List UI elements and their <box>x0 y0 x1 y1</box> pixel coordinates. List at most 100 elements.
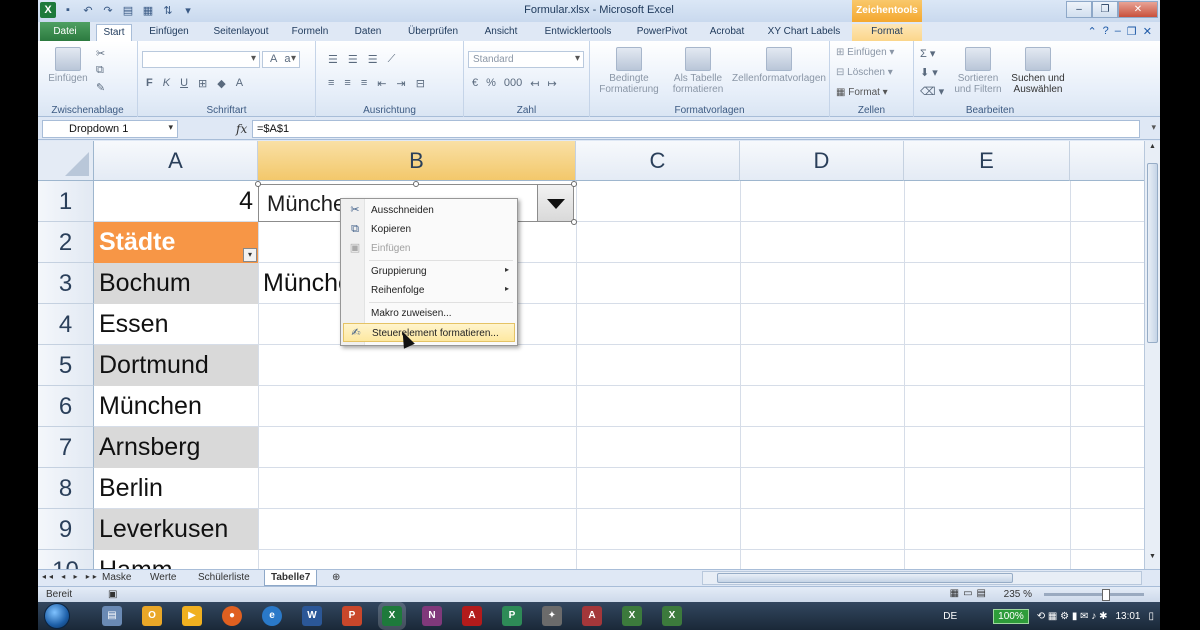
cell-a6[interactable]: München <box>94 386 258 427</box>
select-all-corner[interactable] <box>38 141 94 181</box>
column-header-d[interactable]: D <box>740 141 904 181</box>
merge-icon[interactable]: ⊟ <box>416 77 425 90</box>
column-header-c[interactable]: C <box>576 141 740 181</box>
name-box[interactable]: Dropdown 1 ▾ <box>42 120 178 138</box>
bold-button[interactable]: F <box>146 77 153 90</box>
tab-insert[interactable]: Einfügen <box>144 24 194 41</box>
excel-taskbar-icon[interactable]: X <box>382 606 402 626</box>
menu-item-assign-macro[interactable]: Makro zuweisen... <box>343 304 515 323</box>
tab-page-layout[interactable]: Seitenlayout <box>208 24 274 41</box>
close-button[interactable]: ✕ <box>1118 1 1158 18</box>
excel-instance-2-icon[interactable]: X <box>662 606 682 626</box>
delete-cells-button[interactable]: ⊟ Löschen ▾ <box>836 67 893 78</box>
fill-icon[interactable]: ⬇ ▾ <box>920 66 944 79</box>
align-top-icon[interactable]: ☰ <box>328 53 338 66</box>
tab-view[interactable]: Ansicht <box>478 24 524 41</box>
horizontal-scrollbar[interactable] <box>702 571 1142 585</box>
filter-dropdown-icon[interactable]: ▾ <box>243 248 257 262</box>
onenote-icon[interactable]: N <box>422 606 442 626</box>
column-header-e[interactable]: E <box>904 141 1070 181</box>
tab-developer[interactable]: Entwicklertools <box>538 24 618 41</box>
horizontal-scroll-thumb[interactable] <box>717 573 1013 583</box>
number-format-combo[interactable]: Standard <box>468 51 584 68</box>
cell-a10[interactable]: Hamm <box>94 550 258 569</box>
sort-filter-button[interactable]: Sortieren und Filtern <box>948 47 1008 95</box>
scroll-up-icon[interactable]: ▲ <box>1145 143 1160 157</box>
minimize-button[interactable]: – <box>1066 1 1092 18</box>
column-header-b[interactable]: B <box>258 141 576 181</box>
conditional-formatting-button[interactable]: Bedingte Formatierung <box>594 47 664 95</box>
help-icon[interactable]: ? <box>1103 25 1109 38</box>
orientation-icon[interactable]: ⟋ <box>388 53 396 66</box>
increase-indent-icon[interactable]: ⇥ <box>396 77 405 90</box>
clock[interactable]: 13:01 <box>1115 611 1140 622</box>
format-cells-button[interactable]: ▦ Format ▾ <box>836 87 888 98</box>
formula-input[interactable]: =$A$1 <box>252 120 1140 138</box>
insert-cells-button[interactable]: ⊞ Einfügen ▾ <box>836 47 894 58</box>
word-icon[interactable]: W <box>302 606 322 626</box>
align-right-icon[interactable]: ≡ <box>361 77 367 90</box>
row-header-10[interactable]: 10 <box>38 550 94 569</box>
expand-formula-bar-icon[interactable]: ▾ <box>1151 122 1156 133</box>
worksheet-grid[interactable]: A B C D E 1 2 3 4 5 6 7 8 9 10 4 Städte <box>38 141 1144 569</box>
cell-a4[interactable]: Essen <box>94 304 258 345</box>
resize-handle[interactable] <box>571 181 577 187</box>
sheet-tab-tabelle7[interactable]: Tabelle7 <box>264 570 318 586</box>
cell-a2[interactable]: Städte ▾ <box>94 222 258 263</box>
row-header-7[interactable]: 7 <box>38 427 94 468</box>
battery-indicator[interactable]: 100% <box>993 609 1029 624</box>
tab-review[interactable]: Überprüfen <box>402 24 464 41</box>
publisher-icon[interactable]: P <box>502 606 522 626</box>
language-indicator[interactable]: DE <box>943 611 957 622</box>
menu-item-format-control[interactable]: ✍ Steuerelement formatieren... <box>343 323 515 342</box>
grow-font-icon[interactable]: A <box>270 53 277 65</box>
find-select-button[interactable]: Suchen und Auswählen <box>1008 47 1068 95</box>
shrink-font-icon[interactable]: a <box>284 53 290 65</box>
copy-icon[interactable]: ⧉ <box>96 64 105 77</box>
italic-button[interactable]: K <box>163 77 170 90</box>
row-header-3[interactable]: 3 <box>38 263 94 304</box>
start-button[interactable] <box>44 603 70 629</box>
tray-icons[interactable]: ⟲ ▦ ⚙ ▮ ✉ ♪ ✱ <box>1037 611 1108 622</box>
tab-acrobat[interactable]: Acrobat <box>704 24 750 41</box>
tab-format[interactable]: Format <box>852 24 922 41</box>
sheet-tab-maske[interactable]: Maske <box>96 570 137 586</box>
align-left-icon[interactable]: ≡ <box>328 77 334 90</box>
explorer-icon[interactable]: ▤ <box>102 606 122 626</box>
show-desktop-button[interactable]: ▯ <box>1148 611 1154 622</box>
vertical-scrollbar[interactable]: ▲ ▼ <box>1144 141 1160 569</box>
dropdown-arrow-icon[interactable] <box>537 185 573 221</box>
outlook-icon[interactable]: O <box>142 606 162 626</box>
align-bottom-icon[interactable]: ☰ <box>368 53 378 66</box>
macro-record-icon[interactable]: ▣ <box>108 589 117 600</box>
increase-decimal-icon[interactable]: ↤ <box>530 77 539 90</box>
clear-icon[interactable]: ⌫ ▾ <box>920 85 944 98</box>
media-player-icon[interactable]: ▶ <box>182 606 202 626</box>
tab-formulas[interactable]: Formeln <box>288 24 332 41</box>
resize-handle[interactable] <box>571 219 577 225</box>
menu-item-grouping[interactable]: Gruppierung ▸ <box>343 262 515 281</box>
menu-item-cut[interactable]: ✂ Ausschneiden <box>343 201 515 220</box>
row-header-8[interactable]: 8 <box>38 468 94 509</box>
align-center-icon[interactable]: ≡ <box>344 77 350 90</box>
resize-handle[interactable] <box>255 181 261 187</box>
cell-a5[interactable]: Dortmund <box>94 345 258 386</box>
tab-xy-chart-labels[interactable]: XY Chart Labels <box>764 24 844 41</box>
font-name-combo[interactable] <box>142 51 260 68</box>
thousands-button[interactable]: 000 <box>504 77 522 90</box>
excel-instance-icon[interactable]: X <box>622 606 642 626</box>
tab-data[interactable]: Daten <box>348 24 388 41</box>
row-header-9[interactable]: 9 <box>38 509 94 550</box>
zoom-slider[interactable] <box>1044 589 1144 601</box>
cell-a9[interactable]: Leverkusen <box>94 509 258 550</box>
paste-button[interactable]: Einfügen <box>48 47 88 84</box>
format-painter-icon[interactable]: ✎ <box>96 81 105 94</box>
firefox-icon[interactable]: ● <box>222 606 242 626</box>
borders-icon[interactable]: ⊞ <box>198 77 207 90</box>
cell-a3[interactable]: Bochum <box>94 263 258 304</box>
autosum-icon[interactable]: Σ ▾ <box>920 47 944 60</box>
insert-sheet-icon[interactable]: ⊕ <box>326 570 346 586</box>
tab-start[interactable]: Start <box>96 24 132 41</box>
cell-styles-button[interactable]: Zellenformatvorlagen <box>730 47 828 84</box>
workbook-close-icon[interactable]: ✕ <box>1143 25 1152 38</box>
